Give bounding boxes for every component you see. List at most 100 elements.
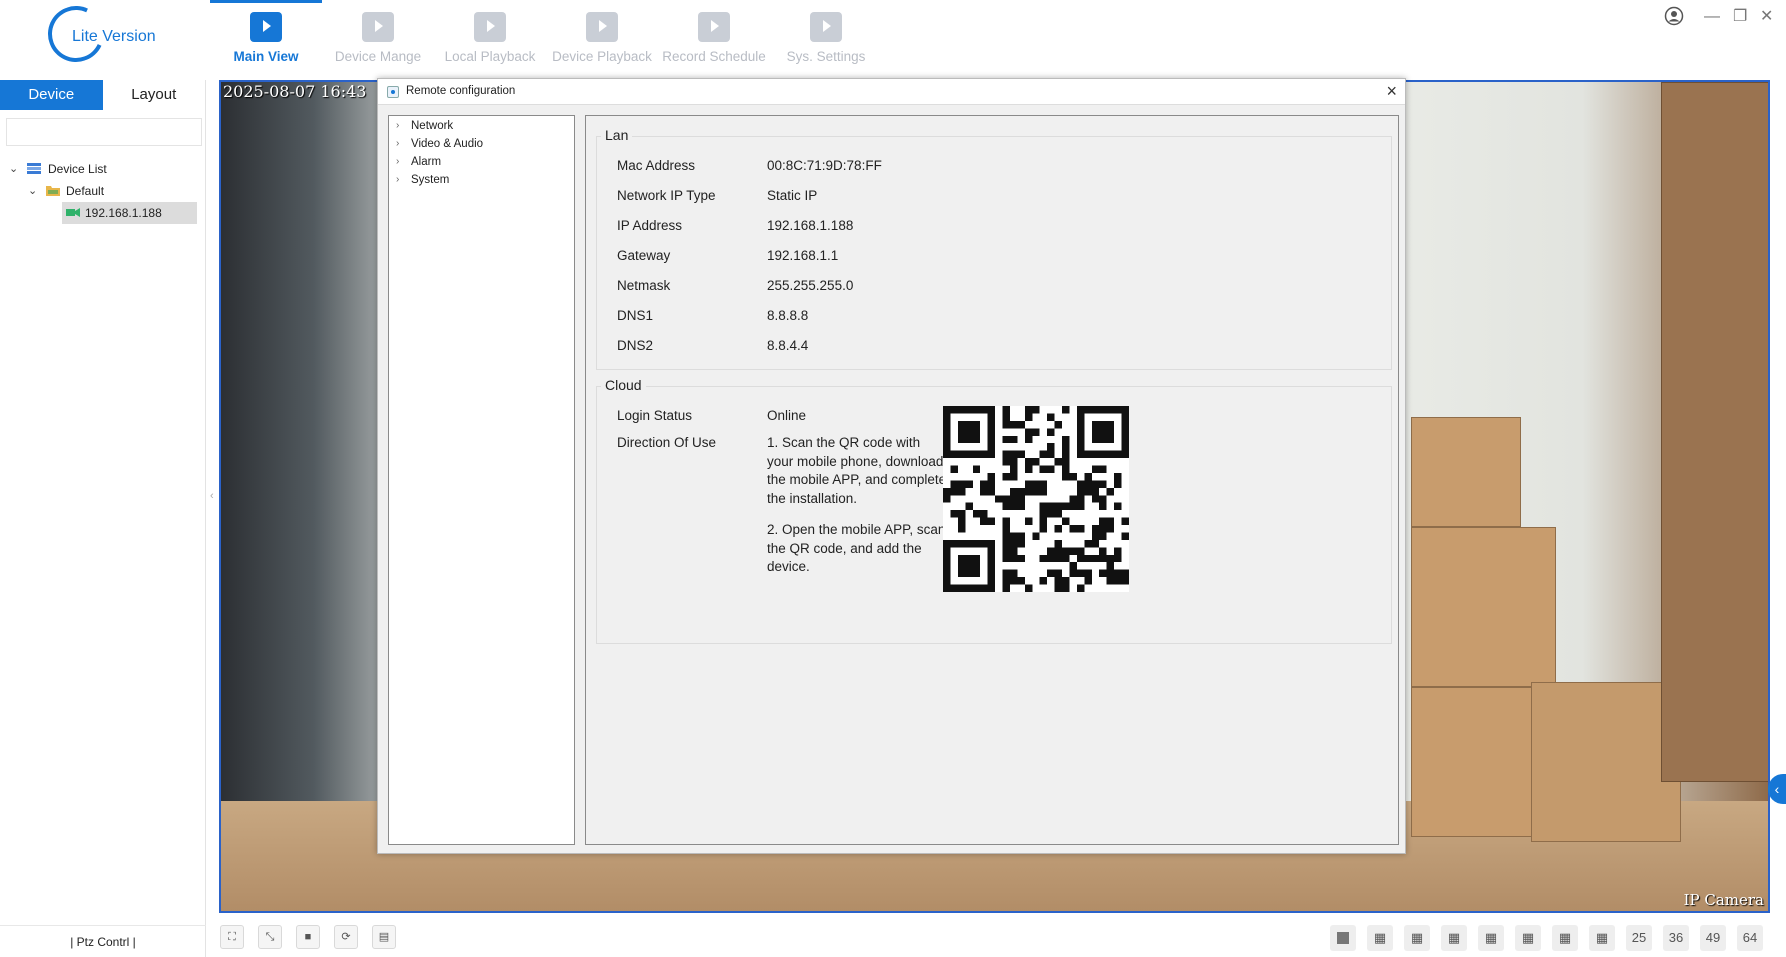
field-value: 192.168.1.188 [767, 218, 854, 233]
layout-64-button[interactable]: 64 [1737, 925, 1763, 951]
stop-icon[interactable]: ■ [296, 925, 320, 949]
menu-item-system[interactable]: › System [389, 171, 574, 189]
layout-8-icon[interactable]: ▦ [1441, 925, 1467, 951]
layout-9-icon[interactable]: ▦ [1478, 925, 1504, 951]
cycle-icon[interactable]: ⟳ [334, 925, 358, 949]
chevron-right-icon: › [396, 156, 400, 167]
minimize-button[interactable]: — [1704, 8, 1720, 26]
save-icon[interactable]: ▤ [372, 925, 396, 949]
menu-item-video-audio[interactable]: › Video & Audio [389, 135, 574, 153]
field-label: IP Address [617, 218, 683, 233]
nav-label: Main View [233, 49, 299, 64]
fullscreen-exit-icon[interactable]: ⤡ [258, 925, 282, 949]
chevron-right-icon: › [396, 174, 400, 185]
video-camera-name: IP Camera [1683, 891, 1764, 909]
nav-tab-local-playback[interactable]: Local Playback [434, 0, 546, 72]
close-window-button[interactable]: ✕ [1760, 6, 1773, 26]
field-label: Login Status [617, 408, 693, 423]
field-value: 00:8C:71:9D:78:FF [767, 158, 882, 173]
device-search-input[interactable] [6, 118, 202, 146]
lan-group-title: Lan [601, 127, 633, 143]
layout-16-icon[interactable]: ▦ [1589, 925, 1615, 951]
direction-step-2: 2. Open the mobile APP, scan the QR code… [767, 522, 946, 575]
video-scene-box [1411, 527, 1556, 687]
layout-6-icon[interactable]: ▦ [1404, 925, 1430, 951]
field-value: 8.8.4.4 [767, 338, 809, 353]
network-playback-icon [586, 12, 618, 42]
main-nav: Main View Device Mange Local Playback De… [210, 0, 882, 72]
device-panel: Device Layout ⌄ Device List ⌄ Default 19… [0, 80, 206, 957]
field-label: Gateway [617, 248, 671, 263]
tab-layout[interactable]: Layout [103, 80, 206, 110]
video-scene-box [1531, 682, 1681, 842]
tree-label: 192.168.1.188 [85, 206, 162, 220]
nav-label: Device Mange [334, 49, 422, 64]
app-window: Lite Version Main View Device Mange Loca… [0, 0, 1786, 957]
tree-item-device-192-168-1-188[interactable]: 192.168.1.188 [62, 202, 197, 224]
remote-configuration-dialog: Remote configuration × › Network › Video… [377, 78, 1406, 854]
layout-1-icon[interactable] [1330, 925, 1356, 951]
field-label: Netmask [617, 278, 671, 293]
nav-tab-device-playback[interactable]: Device Playback [546, 0, 658, 72]
layout-49-button[interactable]: 49 [1700, 925, 1726, 951]
menu-label: Network [411, 120, 454, 132]
logo-text: Lite Version [72, 28, 156, 45]
field-label: Direction Of Use [617, 435, 717, 450]
dialog-title: Remote configuration [406, 85, 516, 97]
nav-label: Local Playback [444, 49, 536, 64]
menu-label: Video & Audio [411, 138, 484, 150]
menu-label: Alarm [411, 156, 442, 168]
field-value: 255.255.255.0 [767, 278, 854, 293]
close-icon[interactable]: × [1386, 81, 1397, 102]
video-scene-door [1661, 82, 1768, 782]
device-tree: ⌄ Device List ⌄ Default 192.168.1.188 [0, 158, 206, 224]
chevron-down-icon[interactable]: ⌄ [9, 158, 18, 180]
field-value: 8.8.8.8 [767, 308, 809, 323]
chevron-down-icon[interactable]: ⌄ [28, 180, 37, 202]
side-expand-chevron-icon[interactable]: ‹ [1768, 774, 1786, 804]
chevron-right-icon: › [396, 120, 400, 131]
collapse-panel-arrow-icon[interactable]: ‹ [210, 490, 214, 502]
nav-label: Sys. Settings [786, 49, 866, 64]
nav-tab-device-mange[interactable]: Device Mange [322, 0, 434, 72]
ptz-control-toggle[interactable]: | Ptz Contrl | [0, 925, 206, 957]
nav-label: Record Schedule [662, 49, 766, 64]
record-schedule-icon [698, 12, 730, 42]
tab-device[interactable]: Device [0, 80, 103, 110]
dialog-title-bar: Remote configuration × [378, 79, 1405, 105]
tree-item-default[interactable]: ⌄ Default [0, 180, 206, 202]
field-value: 192.168.1.1 [767, 248, 839, 263]
field-label: Mac Address [617, 158, 696, 173]
main-view-icon [250, 12, 282, 42]
logo: Lite Version [40, 0, 166, 70]
nav-tab-record-schedule[interactable]: Record Schedule [658, 0, 770, 72]
login-status-value: Online [767, 408, 807, 423]
layout-10-icon[interactable]: ▦ [1515, 925, 1541, 951]
layout-25-button[interactable]: 25 [1626, 925, 1652, 951]
menu-label: System [411, 174, 450, 186]
qr-code-icon [943, 406, 1129, 592]
tree-label: Default [66, 184, 105, 198]
field-label: DNS1 [617, 308, 654, 323]
direction-step-1: 1. Scan the QR code with your mobile pho… [767, 435, 947, 506]
bottom-toolbar: ⛶ ⤡ ■ ⟳ ▤ ▦ ▦ ▦ ▦ ▦ ▦ ▦ 25 36 49 64 [206, 920, 1786, 957]
menu-item-network[interactable]: › Network [389, 117, 574, 135]
menu-item-alarm[interactable]: › Alarm [389, 153, 574, 171]
config-menu: › Network › Video & Audio › Alarm › Syst… [388, 115, 575, 845]
layout-4-icon[interactable]: ▦ [1367, 925, 1393, 951]
nav-tab-sys-settings[interactable]: Sys. Settings [770, 0, 882, 72]
dialog-app-icon [387, 86, 399, 98]
layout-13-icon[interactable]: ▦ [1552, 925, 1578, 951]
nav-tab-main-view[interactable]: Main View [210, 0, 322, 72]
film-icon [474, 12, 506, 42]
camera-online-icon [66, 208, 80, 217]
video-timestamp: 2025-08-07 16:43 [223, 82, 367, 101]
field-label: Network IP Type [617, 188, 716, 203]
layout-36-button[interactable]: 36 [1663, 925, 1689, 951]
tree-item-device-list[interactable]: ⌄ Device List [0, 158, 206, 180]
chevron-right-icon: › [396, 138, 400, 149]
user-icon[interactable] [1664, 6, 1684, 26]
nav-label: Device Playback [552, 49, 652, 64]
snapshot-icon[interactable]: ⛶ [220, 925, 244, 949]
restore-button[interactable]: ❐ [1733, 6, 1747, 26]
